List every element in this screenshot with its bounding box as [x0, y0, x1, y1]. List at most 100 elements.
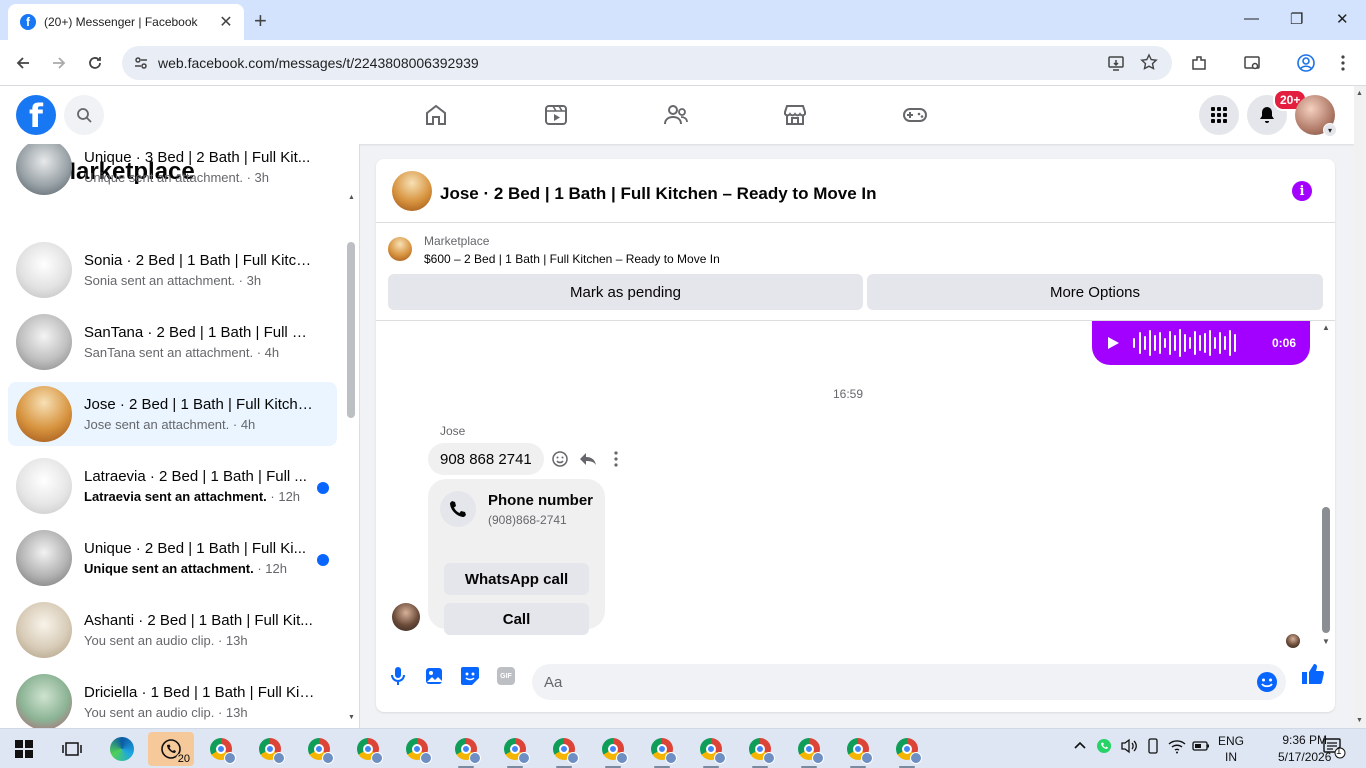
- chrome-taskbar-icon[interactable]: [697, 735, 726, 768]
- tray-chevron-up-icon[interactable]: [1073, 738, 1087, 752]
- windows-start-icon[interactable]: [10, 735, 38, 763]
- back-icon[interactable]: [10, 50, 36, 76]
- conversation-row[interactable]: Sonia · 2 Bed | 1 Bath | Full Kitch... So…: [8, 238, 337, 302]
- conversation-avatar[interactable]: [16, 386, 72, 442]
- chrome-taskbar-icon[interactable]: [207, 735, 236, 764]
- gif-icon[interactable]: GIF: [494, 664, 518, 688]
- reload-icon[interactable]: [82, 50, 108, 76]
- language-indicator[interactable]: ENG IN: [1218, 733, 1244, 765]
- tab-search-icon[interactable]: [1241, 52, 1263, 74]
- new-tab-icon[interactable]: +: [254, 8, 267, 34]
- conversation-avatar[interactable]: [16, 314, 72, 370]
- chevron-down-icon[interactable]: ▾: [1323, 123, 1337, 137]
- conversation-row[interactable]: Unique · 3 Bed | 2 Bath | Full Kit... Uni…: [8, 144, 337, 199]
- notification-center-icon[interactable]: 1: [1322, 737, 1346, 759]
- microphone-icon[interactable]: [386, 664, 410, 688]
- wifi-icon[interactable]: [1168, 738, 1186, 754]
- gaming-icon[interactable]: [900, 100, 930, 130]
- sender-avatar[interactable]: [392, 603, 420, 631]
- account-avatar[interactable]: ▾: [1295, 95, 1337, 137]
- tab-close-icon[interactable]: ✕: [216, 12, 236, 32]
- marketplace-listing-bar: Marketplace $600 – 2 Bed | 1 Bath | Full…: [376, 223, 1335, 321]
- menu-grid-icon[interactable]: [1199, 95, 1239, 135]
- chrome-taskbar-icon[interactable]: [746, 735, 775, 768]
- conversation-row[interactable]: SanTana · 2 Bed | 1 Bath | Full Kit... Sa…: [8, 310, 337, 374]
- listing-thumbnail[interactable]: [388, 237, 412, 261]
- whatsapp-tray-icon[interactable]: [1096, 738, 1112, 754]
- conversation-avatar[interactable]: [16, 242, 72, 298]
- thumbs-up-icon[interactable]: [1300, 662, 1324, 686]
- chat-title[interactable]: Jose · 2 Bed | 1 Bath | Full Kitchen – R…: [440, 184, 877, 204]
- conversation-preview: Jose sent an attachment. · 4h: [84, 417, 256, 432]
- whatsapp-taskbar-icon[interactable]: 20: [148, 732, 194, 766]
- profile-icon[interactable]: [1295, 52, 1317, 74]
- battery-icon[interactable]: [1192, 738, 1210, 754]
- minimize-icon[interactable]: —: [1244, 10, 1259, 27]
- edge-browser-icon[interactable]: [108, 735, 136, 763]
- conversation-row[interactable]: Unique · 2 Bed | 1 Bath | Full Ki... Uniq…: [8, 526, 337, 590]
- browser-tab-bar: f (20+) Messenger | Facebook ✕ + — ❐ ✕: [0, 0, 1366, 40]
- home-icon[interactable]: [421, 100, 451, 130]
- address-bar[interactable]: web.facebook.com/messages/t/224380800639…: [122, 46, 1172, 80]
- conversation-row[interactable]: Driciella · 1 Bed | 1 Bath | Full Kit...…: [8, 670, 337, 728]
- sticker-icon[interactable]: [458, 664, 482, 688]
- more-options-button[interactable]: More Options: [867, 274, 1323, 310]
- chrome-taskbar-icon[interactable]: [599, 735, 628, 768]
- chrome-taskbar-icon[interactable]: [501, 735, 530, 768]
- chrome-taskbar-icon[interactable]: [354, 735, 383, 764]
- chrome-taskbar-icon[interactable]: [256, 735, 285, 764]
- info-icon[interactable]: i: [1292, 181, 1312, 201]
- chrome-menu-icon[interactable]: [1332, 52, 1354, 74]
- chrome-taskbar-icon[interactable]: [795, 735, 824, 768]
- conversation-avatar[interactable]: [16, 144, 72, 195]
- listing-title[interactable]: $600 – 2 Bed | 1 Bath | Full Kitchen – R…: [424, 252, 720, 266]
- chrome-taskbar-icon[interactable]: [550, 735, 579, 768]
- whatsapp-call-button[interactable]: WhatsApp call: [444, 563, 589, 595]
- chrome-taskbar-icon[interactable]: [305, 735, 334, 764]
- extensions-icon[interactable]: [1188, 52, 1210, 74]
- conversation-avatar[interactable]: [16, 530, 72, 586]
- bookmark-star-icon[interactable]: [1140, 53, 1158, 71]
- search-icon[interactable]: [64, 95, 104, 135]
- forward-icon[interactable]: [46, 50, 72, 76]
- chrome-taskbar-icon[interactable]: [403, 735, 432, 764]
- message-bubble[interactable]: 908 868 2741: [428, 443, 544, 475]
- chrome-taskbar-icon[interactable]: [893, 735, 922, 768]
- close-window-icon[interactable]: ✕: [1336, 10, 1349, 28]
- task-view-icon[interactable]: [58, 735, 86, 763]
- sidebar-scrollbar[interactable]: ▲ ▼: [345, 194, 357, 724]
- page-scrollbar[interactable]: ▲ ▼: [1354, 86, 1366, 728]
- photo-icon[interactable]: [422, 664, 446, 688]
- conversation-avatar[interactable]: [16, 602, 72, 658]
- conversation-avatar[interactable]: [16, 674, 72, 728]
- chat-scrollbar[interactable]: ▲ ▼: [1320, 321, 1332, 652]
- more-actions-icon[interactable]: [606, 449, 626, 469]
- conversation-row[interactable]: Jose · 2 Bed | 1 Bath | Full Kitche... Jo…: [8, 382, 337, 446]
- phone-link-icon[interactable]: [1145, 738, 1161, 754]
- message-thread: 0:06 16:59 Jose 908 868 2741 Phone numbe…: [376, 321, 1335, 652]
- listing-avatar[interactable]: [392, 171, 432, 211]
- conversation-row[interactable]: Latraevia · 2 Bed | 1 Bath | Full ... Lat…: [8, 454, 337, 518]
- facebook-logo[interactable]: f: [16, 95, 56, 135]
- conversation-row[interactable]: Ashanti · 2 Bed | 1 Bath | Full Kit... Yo…: [8, 598, 337, 662]
- site-info-icon[interactable]: [134, 56, 148, 70]
- react-emoji-icon[interactable]: [550, 449, 570, 469]
- chrome-taskbar-icon[interactable]: [452, 735, 481, 768]
- chrome-taskbar-icon[interactable]: [844, 735, 873, 768]
- reply-icon[interactable]: [578, 449, 598, 469]
- play-icon[interactable]: [1106, 336, 1120, 350]
- audio-message[interactable]: 0:06: [1092, 321, 1310, 365]
- call-button[interactable]: Call: [444, 603, 589, 635]
- volume-icon[interactable]: [1120, 738, 1138, 754]
- chrome-taskbar-icon[interactable]: [648, 735, 677, 768]
- emoji-icon[interactable]: [1256, 671, 1278, 693]
- conversation-avatar[interactable]: [16, 458, 72, 514]
- friends-icon[interactable]: [661, 100, 691, 130]
- mark-as-pending-button[interactable]: Mark as pending: [388, 274, 863, 310]
- video-icon[interactable]: [541, 100, 571, 130]
- marketplace-icon[interactable]: [780, 100, 810, 130]
- message-input[interactable]: Aa: [532, 664, 1286, 700]
- restore-icon[interactable]: ❐: [1290, 10, 1303, 28]
- browser-tab[interactable]: f (20+) Messenger | Facebook ✕: [8, 4, 244, 40]
- install-app-icon[interactable]: [1107, 54, 1125, 72]
